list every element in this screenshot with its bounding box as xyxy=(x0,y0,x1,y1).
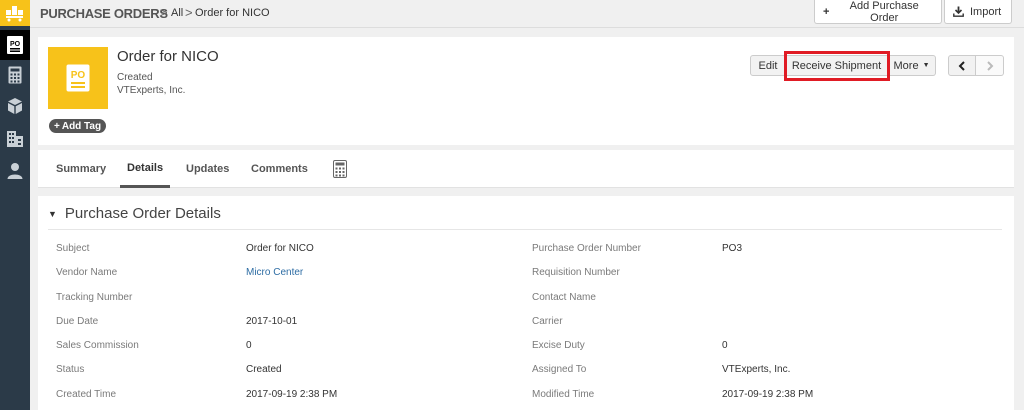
breadcrumb-separator: > xyxy=(185,5,193,20)
field-value-status[interactable]: Created xyxy=(246,364,282,375)
import-button[interactable]: Import xyxy=(944,0,1012,24)
receive-shipment-highlight xyxy=(784,51,890,81)
rail-item-invoices[interactable] xyxy=(0,60,30,90)
field-label-subject: Subject xyxy=(56,243,90,254)
field-value-vendor-link[interactable]: Micro Center xyxy=(246,267,303,278)
previous-record-button[interactable] xyxy=(948,55,976,76)
rail-item-vendors[interactable] xyxy=(0,124,30,154)
field-label-carrier: Carrier xyxy=(532,316,563,327)
caret-down-icon: ▼ xyxy=(48,208,57,219)
field-label-due-date: Due Date xyxy=(56,316,99,327)
left-rail: PO xyxy=(0,0,30,410)
add-purchase-order-button[interactable]: + Add Purchase Order xyxy=(814,0,942,24)
field-label-contact: Contact Name xyxy=(532,292,596,303)
user-icon xyxy=(7,163,23,179)
import-label: Import xyxy=(970,5,1002,18)
record-name: Order for NICO xyxy=(117,48,219,65)
chevron-right-icon xyxy=(986,60,993,71)
calculator-icon xyxy=(333,160,347,178)
field-label-sales-commission: Sales Commission xyxy=(56,340,139,351)
field-label-vendor: Vendor Name xyxy=(56,267,118,278)
building-icon xyxy=(7,131,23,147)
download-icon xyxy=(953,6,964,17)
record-vendor: VTExperts, Inc. xyxy=(117,85,186,96)
next-record-button[interactable] xyxy=(976,55,1004,76)
field-value-po-number[interactable]: PO3 xyxy=(722,243,742,254)
section-header[interactable]: ▼ Purchase Order Details xyxy=(48,205,221,222)
field-label-assigned-to: Assigned To xyxy=(532,364,587,375)
breadcrumb-all[interactable]: All xyxy=(171,7,183,19)
field-label-created-time: Created Time xyxy=(56,389,117,400)
rail-item-purchase-orders[interactable]: PO xyxy=(0,30,30,60)
chevron-left-icon xyxy=(958,60,965,71)
more-button[interactable]: More ▼ xyxy=(888,55,936,76)
add-purchase-order-label: Add Purchase Order xyxy=(849,0,919,24)
plus-icon: + xyxy=(823,5,830,18)
svg-text:PO: PO xyxy=(10,41,21,48)
field-value-due-date[interactable]: 2017-10-01 xyxy=(246,316,297,327)
more-label: More xyxy=(893,59,919,72)
section-divider xyxy=(48,229,1002,230)
breadcrumb-module[interactable]: PURCHASE ORDERS xyxy=(40,6,168,21)
field-value-excise-duty[interactable]: 0 xyxy=(722,340,728,351)
field-label-tracking: Tracking Number xyxy=(56,292,133,303)
field-label-po-number: Purchase Order Number xyxy=(532,243,641,254)
record-image: PO xyxy=(48,47,108,109)
cube-icon xyxy=(8,98,22,114)
purchase-order-icon: PO xyxy=(66,64,90,92)
field-value-modified-time: 2017-09-19 2:38 PM xyxy=(722,389,814,400)
plus-icon: + xyxy=(54,120,60,132)
svg-text:PO: PO xyxy=(71,70,86,81)
rail-item-products[interactable] xyxy=(0,91,30,121)
add-tag-button[interactable]: + Add Tag xyxy=(49,119,107,133)
field-label-status: Status xyxy=(56,364,85,375)
add-tag-label: Add Tag xyxy=(61,120,102,132)
record-header: PO Order for NICO Created VTExperts, Inc… xyxy=(38,37,1014,145)
field-value-assigned-to[interactable]: VTExperts, Inc. xyxy=(722,364,790,375)
purchase-order-icon: PO xyxy=(7,36,23,54)
rail-item-contacts[interactable] xyxy=(0,156,30,186)
edit-button[interactable]: Edit xyxy=(750,55,786,76)
tab-updates[interactable]: Updates xyxy=(186,150,229,188)
field-value-subject[interactable]: Order for NICO xyxy=(246,243,314,254)
breadcrumb-separator: > xyxy=(160,5,168,20)
record-tabs: Summary Details Updates Comments xyxy=(38,150,1014,188)
details-block: ▼ Purchase Order Details Subject Order f… xyxy=(38,196,1014,410)
field-value-created-time: 2017-09-19 2:38 PM xyxy=(246,389,338,400)
record-status: Created xyxy=(117,72,153,83)
field-label-requisition: Requisition Number xyxy=(532,267,620,278)
tab-more-modules[interactable] xyxy=(333,160,347,181)
breadcrumb-record: Order for NICO xyxy=(195,7,270,19)
section-title: Purchase Order Details xyxy=(64,205,221,222)
caret-down-icon: ▼ xyxy=(922,62,930,69)
field-label-modified-time: Modified Time xyxy=(532,389,595,400)
app-logo[interactable] xyxy=(0,0,30,26)
top-bar: PURCHASE ORDERS > All > Order for NICO +… xyxy=(30,0,1024,28)
field-value-sales-commission[interactable]: 0 xyxy=(246,340,252,351)
tab-details[interactable]: Details xyxy=(120,150,171,188)
field-label-excise-duty: Excise Duty xyxy=(532,340,585,351)
inventory-icon xyxy=(6,6,23,22)
tab-summary[interactable]: Summary xyxy=(56,150,106,188)
tab-comments[interactable]: Comments xyxy=(251,150,308,188)
calculator-icon xyxy=(8,66,22,84)
